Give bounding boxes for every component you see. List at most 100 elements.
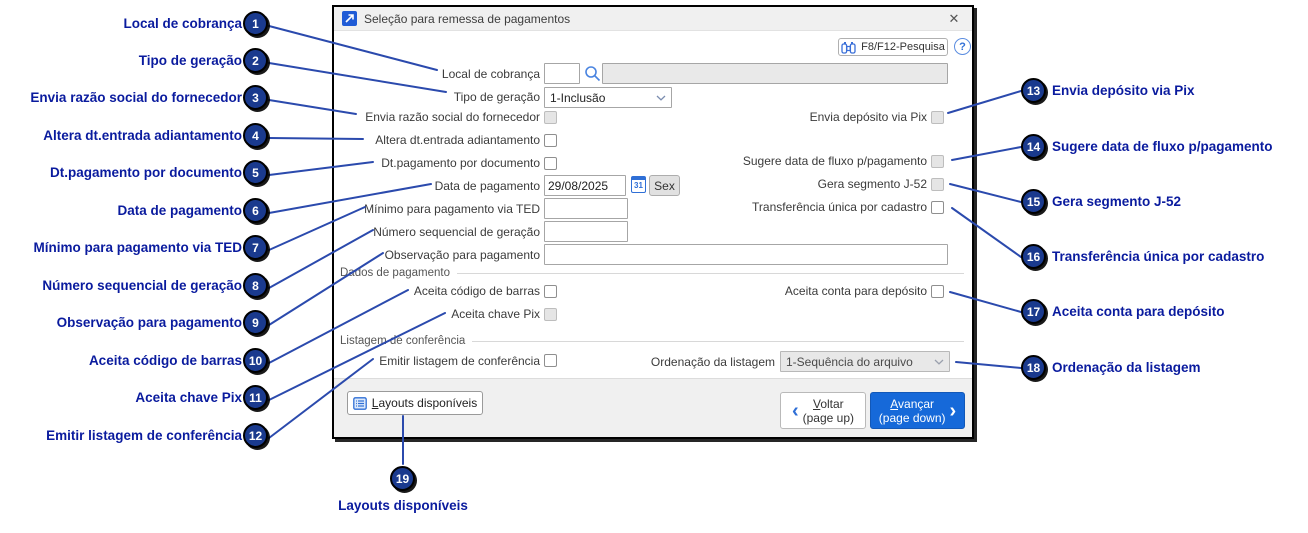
emitir-listagem-checkbox[interactable] [544,354,557,367]
field-label-aceita-chave-pix: Aceita chave Pix [451,307,540,321]
callout-badge: 2 [243,48,268,73]
callout-label: Local de cobrança [123,16,242,31]
voltar-button[interactable]: ‹ Voltar (page up) [780,392,866,429]
field-label-envia-deposito-pix: Envia depósito via Pix [809,110,927,124]
layouts-button-label: Layouts disponíveis [371,396,478,410]
callout-badge: 16 [1021,244,1046,269]
callout-badge: 12 [243,423,268,448]
help-icon[interactable]: ? [954,38,971,55]
chevron-right-icon: › [949,399,957,422]
field-label-tipo-geracao: Tipo de geração [453,90,540,104]
field-label-observacao: Observação para pagamento [384,248,540,262]
callout-badge: 8 [243,273,268,298]
voltar-sublabel: (page up) [802,410,855,425]
avancar-label: Avançar [890,396,935,411]
observacao-input[interactable] [544,244,948,265]
group-dados-pagamento: Dados de pagamento [338,266,964,281]
field-label-minimo-ted: Mínimo para pagamento via TED [364,202,540,216]
ordenacao-listagem-select: 1-Sequência do arquivo [780,351,950,372]
list-icon [352,396,367,410]
callout-label: Altera dt.entrada adiantamento [43,128,242,143]
tipo-geracao-value: 1-Inclusão [550,90,606,105]
payment-remittance-dialog: Seleção para remessa de pagamentos ✕ F8/… [332,5,974,439]
callout-label: Emitir listagem de conferência [46,428,242,443]
callout-label: Aceita código de barras [88,353,242,368]
local-cobranca-desc-input [602,63,948,84]
search-button-label: F8/F12-Pesquisa [861,41,945,53]
chevron-left-icon: ‹ [791,399,799,422]
annotated-screenshot: Seleção para remessa de pagamentos ✕ F8/… [0,0,1308,533]
aceita-conta-deposito-checkbox[interactable] [931,285,944,298]
callout-badge: 7 [243,235,268,260]
group-listagem-conferencia-label: Listagem de conferência [338,334,473,349]
layouts-button[interactable]: Layouts disponíveis [347,391,483,415]
field-label-envia-razao: Envia razão social do fornecedor [365,110,540,124]
callout-label: Ordenação da listagem [1052,360,1201,375]
field-label-altera-dt: Altera dt.entrada adiantamento [375,133,540,147]
callout-badge: 14 [1021,134,1046,159]
callout-label: Gera segmento J-52 [1052,194,1182,209]
callout-label: Mínimo para pagamento via TED [33,240,242,255]
group-listagem-conferencia: Listagem de conferência [338,334,964,349]
envia-deposito-pix-checkbox [931,111,944,124]
callout-badge: 10 [243,348,268,373]
callout-badge: 13 [1021,78,1046,103]
voltar-label: Voltar [812,396,844,411]
field-label-numero-sequencial: Número sequencial de geração [373,225,540,239]
avancar-button[interactable]: Avançar (page down) › [870,392,965,429]
callout-label: Layouts disponíveis [338,498,468,513]
dialog-titlebar: Seleção para remessa de pagamentos ✕ [334,7,972,31]
avancar-sublabel: (page down) [878,410,946,425]
callout-label: Data de pagamento [117,203,242,218]
callout-badge: 5 [243,160,268,185]
field-label-transferencia-unica: Transferência única por cadastro [752,200,927,214]
transferencia-unica-checkbox[interactable] [931,201,944,214]
callout-label: Observação para pagamento [56,315,242,330]
aceita-codigo-barras-checkbox[interactable] [544,285,557,298]
envia-razao-checkbox [544,111,557,124]
callout-badge: 19 [390,466,415,491]
callout-label: Envia razão social do fornecedor [30,90,242,105]
field-label-emitir-listagem: Emitir listagem de conferência [379,354,540,368]
callout-label: Tipo de geração [138,53,242,68]
binoculars-icon [841,41,856,54]
field-label-dt-pagamento-doc: Dt.pagamento por documento [381,156,540,170]
callout-badge: 4 [243,123,268,148]
field-label-data-pagamento: Data de pagamento [434,179,540,193]
field-label-gera-j52: Gera segmento J-52 [817,177,927,191]
numero-sequencial-input[interactable] [544,221,628,242]
callout-label: Aceita chave Pix [135,390,242,405]
chevron-down-icon [656,95,666,101]
callout-label: Sugere data de fluxo p/pagamento [1052,139,1273,154]
aceita-chave-pix-checkbox [544,308,557,321]
callout-badge: 11 [243,385,268,410]
field-label-aceita-conta: Aceita conta para depósito [784,284,927,298]
callout-label: Aceita conta para depósito [1052,304,1225,319]
callout-badge: 17 [1021,299,1046,324]
callout-badge: 9 [243,310,268,335]
field-label-sugere-fluxo: Sugere data de fluxo p/pagamento [742,154,927,168]
local-cobranca-code-input[interactable] [544,63,580,84]
altera-dt-entrada-checkbox[interactable] [544,134,557,147]
callout-label: Dt.pagamento por documento [50,165,242,180]
dt-pagamento-doc-checkbox[interactable] [544,157,557,170]
callout-label: Envia depósito via Pix [1052,83,1195,98]
close-icon[interactable]: ✕ [944,11,964,27]
chevron-down-icon [934,359,944,365]
ordenacao-listagem-value: 1-Sequência do arquivo [786,354,913,369]
group-dados-pagamento-label: Dados de pagamento [338,266,457,281]
callout-badge: 15 [1021,189,1046,214]
callout-badge: 1 [243,11,268,36]
field-label-aceita-barras: Aceita código de barras [413,284,540,298]
gera-segmento-j52-checkbox [931,178,944,191]
dialog-title: Seleção para remessa de pagamentos [364,11,571,26]
callout-label: Número sequencial de geração [42,278,242,293]
callout-badge: 18 [1021,355,1046,380]
search-f8-f12-button[interactable]: F8/F12-Pesquisa [838,38,948,56]
callout-label: Transferência única por cadastro [1052,249,1265,264]
sugere-fluxo-checkbox [931,155,944,168]
tipo-geracao-select[interactable]: 1-Inclusão [544,87,672,108]
callout-badge: 6 [243,198,268,223]
magnifier-icon[interactable] [584,65,601,85]
field-label-ordenacao: Ordenação da listagem [650,355,775,369]
